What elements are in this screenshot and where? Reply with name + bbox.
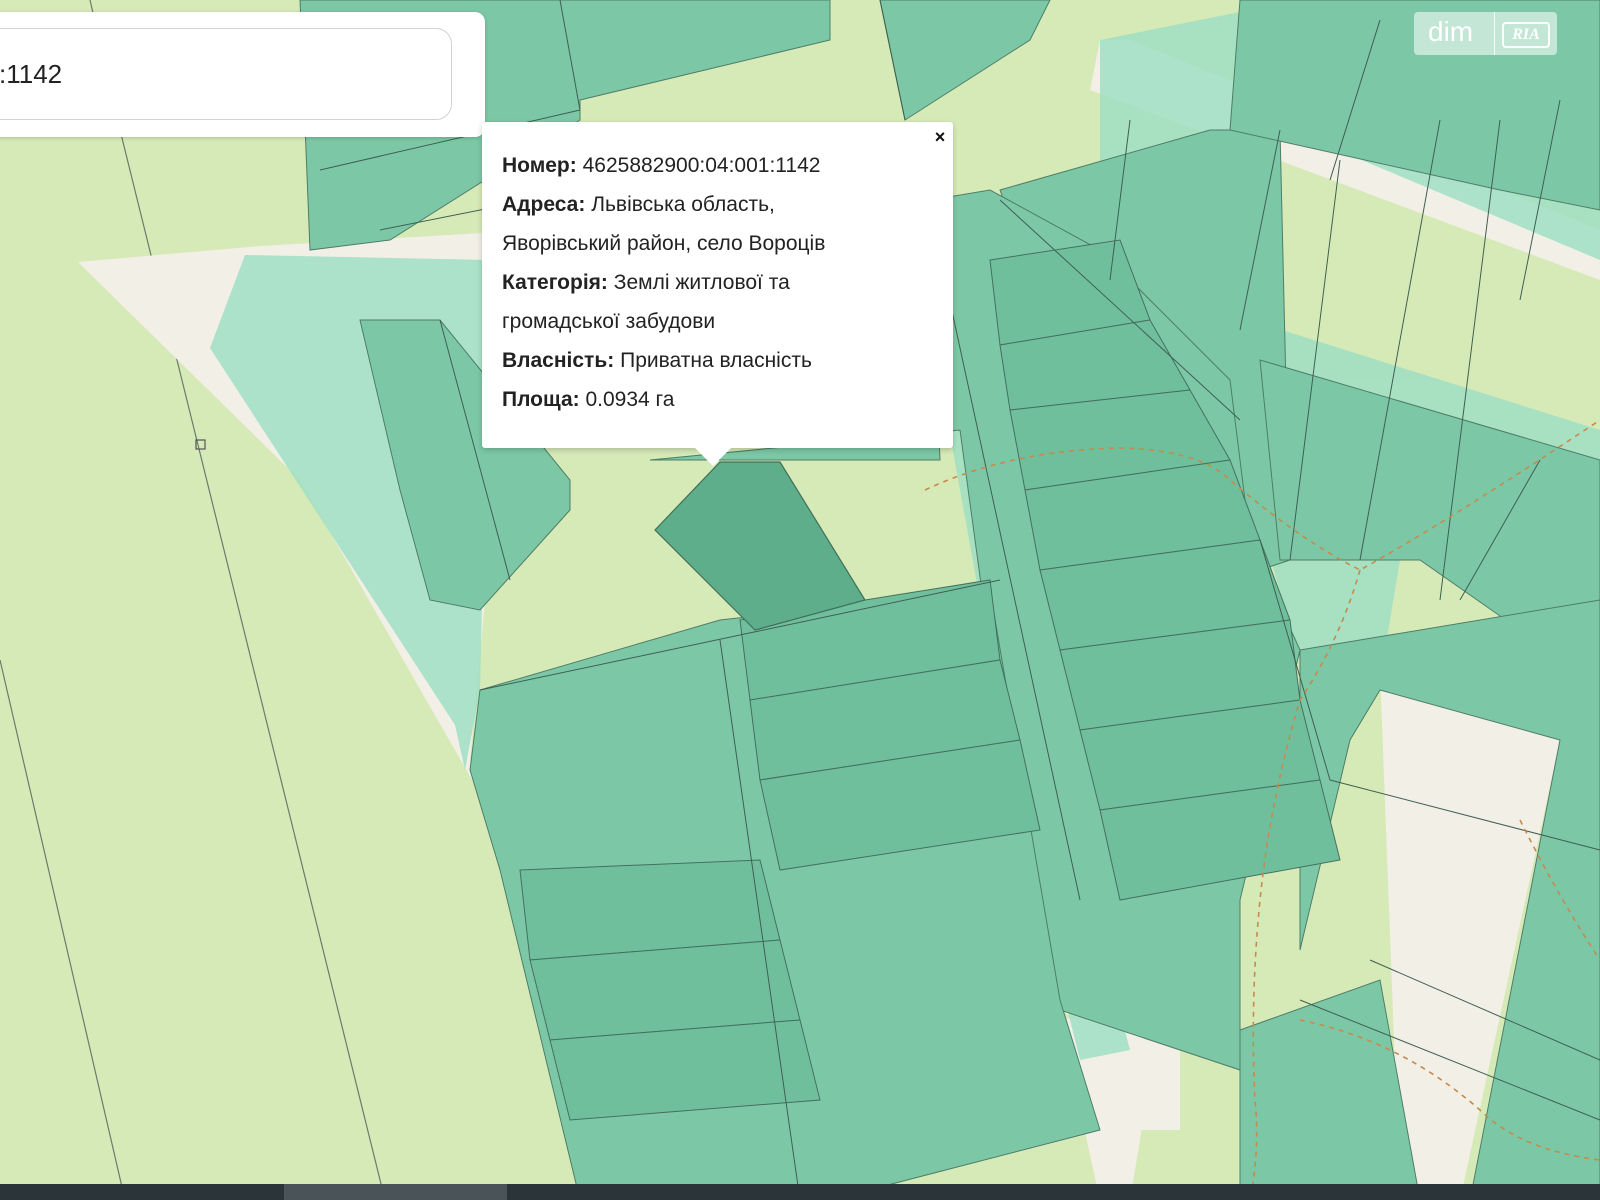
bottom-scrollbar[interactable] xyxy=(0,1184,1600,1200)
parcel-ownership-row: Власність: Приватна власність xyxy=(502,341,935,380)
parcel-category-row: Категорія: Землі житлової та xyxy=(502,263,935,302)
ria-logo-icon: RIA xyxy=(1502,22,1550,48)
row-value: Землі житлової та xyxy=(613,271,790,294)
row-label: Площа: xyxy=(502,388,580,411)
search-panel: :1142 xyxy=(0,12,485,137)
row-label: Власність: xyxy=(502,349,615,372)
parcel-area-row: Площа: 0.0934 га xyxy=(502,380,935,419)
dimria-logo: dim RIA xyxy=(1414,12,1557,55)
row-value: Приватна власність xyxy=(620,349,812,372)
logo-text: dim xyxy=(1428,16,1474,47)
row-value: громадської забудови xyxy=(502,310,716,333)
row-value: 4625882900:04:001:1142 xyxy=(582,154,821,177)
parcel-number-row: Номер: 4625882900:04:001:1142 xyxy=(502,146,935,185)
row-value: Яворівський район, село Вороців xyxy=(502,232,826,255)
parcel-info-popup: × Номер: 4625882900:04:001:1142 Адреса: … xyxy=(482,122,953,466)
cadastral-search-input[interactable]: :1142 xyxy=(0,28,452,120)
parcel-address-row-cont: Яворівський район, село Вороців xyxy=(502,224,935,263)
row-label: Адреса: xyxy=(502,193,586,216)
popup-close-icon[interactable]: × xyxy=(931,128,949,146)
logo-divider xyxy=(1494,12,1495,55)
row-label: Номер: xyxy=(502,154,577,177)
parcel-address-row: Адреса: Львівська область, xyxy=(502,185,935,224)
parcel-category-row-cont: громадської забудови xyxy=(502,302,935,341)
row-label: Категорія: xyxy=(502,271,608,294)
scrollbar-thumb[interactable] xyxy=(284,1184,507,1200)
row-value: Львівська область, xyxy=(591,193,775,216)
row-value: 0.0934 га xyxy=(585,388,675,411)
